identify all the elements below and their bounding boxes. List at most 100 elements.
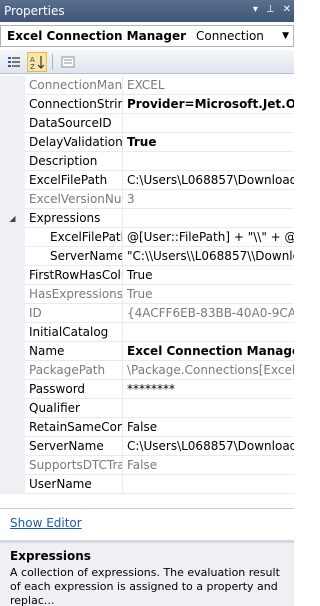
property-name: Description xyxy=(25,152,123,171)
property-row-excelversionnumber[interactable]: ExcelVersionNum 3 xyxy=(0,190,294,209)
property-name: Name xyxy=(25,342,123,361)
object-name: Excel Connection Manager xyxy=(7,29,187,43)
property-pages-icon[interactable] xyxy=(58,52,78,72)
object-selector[interactable]: Excel Connection Manager Connection ▼ xyxy=(0,25,294,47)
row-gutter xyxy=(0,190,25,209)
chevron-down-icon[interactable]: ▼ xyxy=(282,31,289,41)
property-name: UserName xyxy=(25,475,123,494)
pin-icon[interactable]: ⊥ xyxy=(266,4,275,15)
row-gutter xyxy=(0,95,25,114)
property-row-connectionmanagertype[interactable]: ConnectionMana EXCEL xyxy=(0,76,294,95)
row-gutter xyxy=(0,247,25,266)
property-row-qualifier[interactable]: Qualifier xyxy=(0,399,294,418)
window-titlebar: Properties ▾ ⊥ ✕ xyxy=(0,0,294,22)
property-row-hasexpressions[interactable]: HasExpressions True xyxy=(0,285,294,304)
property-row-delayvalidation[interactable]: DelayValidation True xyxy=(0,133,294,152)
property-row-initialcatalog[interactable]: InitialCatalog xyxy=(0,323,294,342)
close-icon[interactable]: ✕ xyxy=(283,4,291,15)
property-row-datasourceid[interactable]: DataSourceID xyxy=(0,114,294,133)
property-grid: ConnectionMana EXCEL ConnectionString Pr… xyxy=(0,76,294,494)
property-row-username[interactable]: UserName xyxy=(0,475,294,494)
property-name: PackagePath xyxy=(25,361,123,380)
property-value[interactable]: False xyxy=(123,418,294,437)
row-gutter xyxy=(0,323,25,342)
property-row-expression-excelfilepath[interactable]: ExcelFilePath @[User::FilePath] + "\\" +… xyxy=(0,228,294,247)
property-value[interactable]: C:\Users\L068857\Downloads\te xyxy=(123,437,294,456)
row-gutter xyxy=(0,133,25,152)
property-value[interactable] xyxy=(123,399,294,418)
property-name: Qualifier xyxy=(25,399,123,418)
dropdown-icon[interactable]: ▾ xyxy=(253,4,258,15)
property-value: True xyxy=(127,287,153,301)
property-row-servername[interactable]: ServerName C:\Users\L068857\Downloads\te xyxy=(0,437,294,456)
property-name: ExcelVersionNum xyxy=(25,190,123,209)
property-value[interactable] xyxy=(123,114,294,133)
property-name: ServerName xyxy=(25,247,123,266)
property-value[interactable] xyxy=(123,475,294,494)
row-gutter xyxy=(0,266,25,285)
svg-text:Z: Z xyxy=(30,63,35,70)
row-gutter xyxy=(0,285,25,304)
property-row-excelfilepath[interactable]: ExcelFilePath C:\Users\L068857\Downloads… xyxy=(0,171,294,190)
property-value: 3 xyxy=(127,192,135,206)
row-gutter xyxy=(0,76,25,95)
property-value[interactable]: @[User::FilePath] + "\\" + @[Us xyxy=(123,228,294,247)
collapse-triangle-icon[interactable]: ◢ xyxy=(0,209,25,228)
row-gutter xyxy=(0,437,25,456)
property-row-description[interactable]: Description xyxy=(0,152,294,171)
property-name: RetainSameConn xyxy=(25,418,123,437)
row-gutter xyxy=(0,361,25,380)
property-name: FirstRowHasColur xyxy=(25,266,123,285)
property-name: InitialCatalog xyxy=(25,323,123,342)
row-gutter xyxy=(0,456,25,475)
window-title: Properties xyxy=(4,4,65,18)
property-name: SupportsDTCTran xyxy=(25,456,123,475)
row-gutter xyxy=(0,418,25,437)
property-name: ConnectionMana xyxy=(25,76,123,95)
property-value[interactable]: C:\Users\L068857\Downloads\te xyxy=(123,171,294,190)
property-value[interactable] xyxy=(123,323,294,342)
row-gutter xyxy=(0,228,25,247)
property-name: ID xyxy=(25,304,123,323)
property-value[interactable]: Provider=Microsoft.Jet.OLEDB xyxy=(123,95,294,114)
property-value[interactable] xyxy=(123,152,294,171)
property-value: EXCEL xyxy=(127,78,165,92)
commands-pane: Show Editor xyxy=(0,508,294,538)
object-type: Connection xyxy=(196,29,264,43)
property-name: ConnectionString xyxy=(25,95,123,114)
property-row-packagepath[interactable]: PackagePath \Package.Connections[Excel C… xyxy=(0,361,294,380)
property-row-name[interactable]: Name Excel Connection Manager xyxy=(0,342,294,361)
row-gutter xyxy=(0,342,25,361)
row-gutter xyxy=(0,475,25,494)
row-gutter xyxy=(0,304,25,323)
property-row-retainsameconnection[interactable]: RetainSameConn False xyxy=(0,418,294,437)
property-name: ExcelFilePath xyxy=(25,228,123,247)
property-row-expressions[interactable]: ◢ Expressions xyxy=(0,209,294,228)
property-value: {4ACFF6EB-83BB-40A0-9CAB-43 xyxy=(127,306,294,320)
row-gutter xyxy=(0,152,25,171)
property-value xyxy=(123,209,294,228)
property-row-id[interactable]: ID {4ACFF6EB-83BB-40A0-9CAB-43 xyxy=(0,304,294,323)
property-value[interactable]: ******** xyxy=(123,380,294,399)
property-row-connectionstring[interactable]: ConnectionString Provider=Microsoft.Jet.… xyxy=(0,95,294,114)
property-name: DataSourceID xyxy=(25,114,123,133)
window-buttons: ▾ ⊥ ✕ xyxy=(253,4,291,15)
sort-az-icon[interactable]: AZ xyxy=(27,51,47,72)
property-value[interactable]: True xyxy=(123,266,294,285)
property-value: False xyxy=(127,458,158,472)
property-value[interactable]: "C:\\Users\\L068857\\Download xyxy=(123,247,294,266)
property-row-firstrowhascolumnname[interactable]: FirstRowHasColur True xyxy=(0,266,294,285)
property-name: Password xyxy=(25,380,123,399)
property-value[interactable]: Excel Connection Manager xyxy=(123,342,294,361)
property-name: HasExpressions xyxy=(25,285,123,304)
property-row-supportsdtctransactions[interactable]: SupportsDTCTran False xyxy=(0,456,294,475)
row-gutter xyxy=(0,171,25,190)
property-name: ServerName xyxy=(25,437,123,456)
show-editor-link[interactable]: Show Editor xyxy=(10,516,82,530)
property-value[interactable]: True xyxy=(123,133,294,152)
categorized-icon[interactable] xyxy=(4,52,24,72)
toolbar-separator xyxy=(52,53,53,70)
property-row-expression-servername[interactable]: ServerName "C:\\Users\\L068857\\Download xyxy=(0,247,294,266)
property-row-password[interactable]: Password ******** xyxy=(0,380,294,399)
row-gutter xyxy=(0,399,25,418)
